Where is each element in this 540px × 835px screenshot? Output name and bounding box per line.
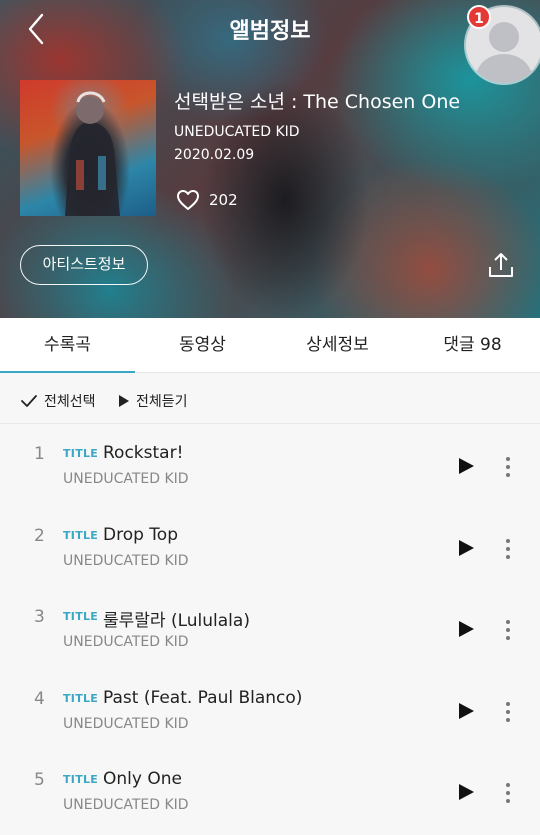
- play-icon[interactable]: [457, 620, 475, 638]
- list-item[interactable]: 2 TITLE Drop Top UNEDUCATED KID: [0, 506, 540, 588]
- tab-details[interactable]: 상세정보: [270, 318, 405, 372]
- track-artist: UNEDUCATED KID: [63, 471, 189, 487]
- track-artist: UNEDUCATED KID: [63, 552, 189, 569]
- share-icon: [489, 253, 513, 277]
- more-vertical-icon[interactable]: [500, 538, 516, 560]
- share-button[interactable]: [486, 250, 516, 280]
- track-number: 1: [34, 444, 45, 464]
- select-all-label: 전체선택: [44, 394, 96, 410]
- title-badge: TITLE: [63, 691, 99, 705]
- track-artist: UNEDUCATED KID: [63, 715, 189, 732]
- release-date: 2020.02.09: [174, 147, 255, 163]
- tab-videos[interactable]: 동영상: [135, 318, 270, 372]
- track-title: Only One: [103, 769, 182, 789]
- album-artist[interactable]: UNEDUCATED KID: [174, 124, 300, 140]
- title-badge: TITLE: [63, 773, 99, 786]
- album-art-figure: [65, 91, 120, 216]
- list-actions-bar: 전체선택 전체듣기: [0, 373, 540, 424]
- track-title: 룰루랄라 (Lululala): [103, 611, 250, 631]
- play-icon[interactable]: [457, 783, 475, 801]
- play-icon[interactable]: [457, 702, 475, 720]
- artist-info-button[interactable]: 아티스트정보: [20, 245, 148, 285]
- track-number: 3: [34, 607, 45, 627]
- select-all-button[interactable]: 전체선택: [20, 391, 96, 411]
- list-item[interactable]: 5 TITLE Only One UNEDUCATED KID: [0, 750, 540, 832]
- tab-comments[interactable]: 댓글 98: [405, 318, 540, 372]
- more-vertical-icon[interactable]: [500, 456, 516, 478]
- list-item[interactable]: 1 TITLE Rockstar! UNEDUCATED KID: [0, 424, 540, 506]
- play-icon[interactable]: [457, 457, 475, 475]
- more-vertical-icon[interactable]: [500, 701, 516, 723]
- play-all-button[interactable]: 전체듣기: [118, 391, 188, 411]
- track-number: 5: [34, 770, 45, 790]
- play-all-label: 전체듣기: [136, 394, 188, 410]
- track-number: 2: [34, 525, 45, 546]
- page-title: 앨범정보: [229, 19, 311, 44]
- heart-icon: [177, 190, 199, 210]
- track-title: Rockstar!: [103, 443, 184, 463]
- like-count: 202: [209, 191, 238, 209]
- album-cover[interactable]: [20, 80, 156, 216]
- track-title: Past (Feat. Paul Blanco): [103, 687, 303, 708]
- title-badge: TITLE: [63, 610, 99, 623]
- title-badge: TITLE: [63, 528, 99, 542]
- more-vertical-icon[interactable]: [500, 782, 516, 804]
- play-icon[interactable]: [457, 539, 475, 557]
- tab-bar: 수록곡 동영상 상세정보 댓글 98: [0, 318, 540, 373]
- check-icon: [21, 395, 37, 407]
- track-list: 1 TITLE Rockstar! UNEDUCATED KID 2 TITLE…: [0, 424, 540, 832]
- list-item[interactable]: 3 TITLE 룰루랄라 (Lululala) UNEDUCATED KID: [0, 587, 540, 669]
- track-number: 4: [34, 688, 45, 709]
- list-item[interactable]: 4 TITLE Past (Feat. Paul Blanco) UNEDUCA…: [0, 669, 540, 751]
- album-title: 선택받은 소년 : The Chosen One: [174, 91, 461, 113]
- track-title: Drop Top: [103, 524, 178, 545]
- like-button[interactable]: 202: [176, 188, 238, 212]
- track-artist: UNEDUCATED KID: [63, 634, 189, 650]
- play-icon: [119, 395, 129, 407]
- title-badge: TITLE: [63, 447, 99, 460]
- notification-badge: 1: [467, 5, 491, 29]
- tab-tracks[interactable]: 수록곡: [0, 318, 135, 373]
- more-vertical-icon[interactable]: [500, 619, 516, 641]
- track-artist: UNEDUCATED KID: [63, 797, 189, 813]
